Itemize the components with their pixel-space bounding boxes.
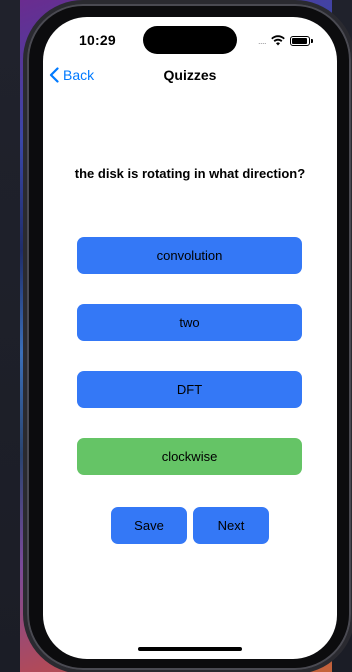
status-time: 10:29: [79, 32, 116, 48]
page-title: Quizzes: [163, 67, 217, 83]
answer-button-convolution[interactable]: convolution: [77, 237, 302, 274]
home-indicator[interactable]: [138, 647, 242, 651]
dynamic-island: [143, 26, 237, 54]
status-icons: ....: [258, 35, 313, 46]
save-button[interactable]: Save: [111, 507, 187, 544]
answer-button-two[interactable]: two: [77, 304, 302, 341]
wifi-icon: [271, 35, 285, 46]
next-button[interactable]: Next: [193, 507, 269, 544]
battery-nub: [311, 38, 313, 43]
signal-icon: ....: [257, 35, 267, 46]
answer-list: convolution two DFT clockwise: [77, 237, 302, 505]
answer-button-dft[interactable]: DFT: [77, 371, 302, 408]
action-bar: Save Next: [111, 507, 269, 544]
answer-button-clockwise[interactable]: clockwise: [77, 438, 302, 475]
quiz-question: the disk is rotating in what direction?: [74, 166, 306, 181]
battery-icon: [290, 35, 310, 46]
phone-screen: 10:29 .... Back Quizzes the disk is rota…: [43, 17, 337, 659]
